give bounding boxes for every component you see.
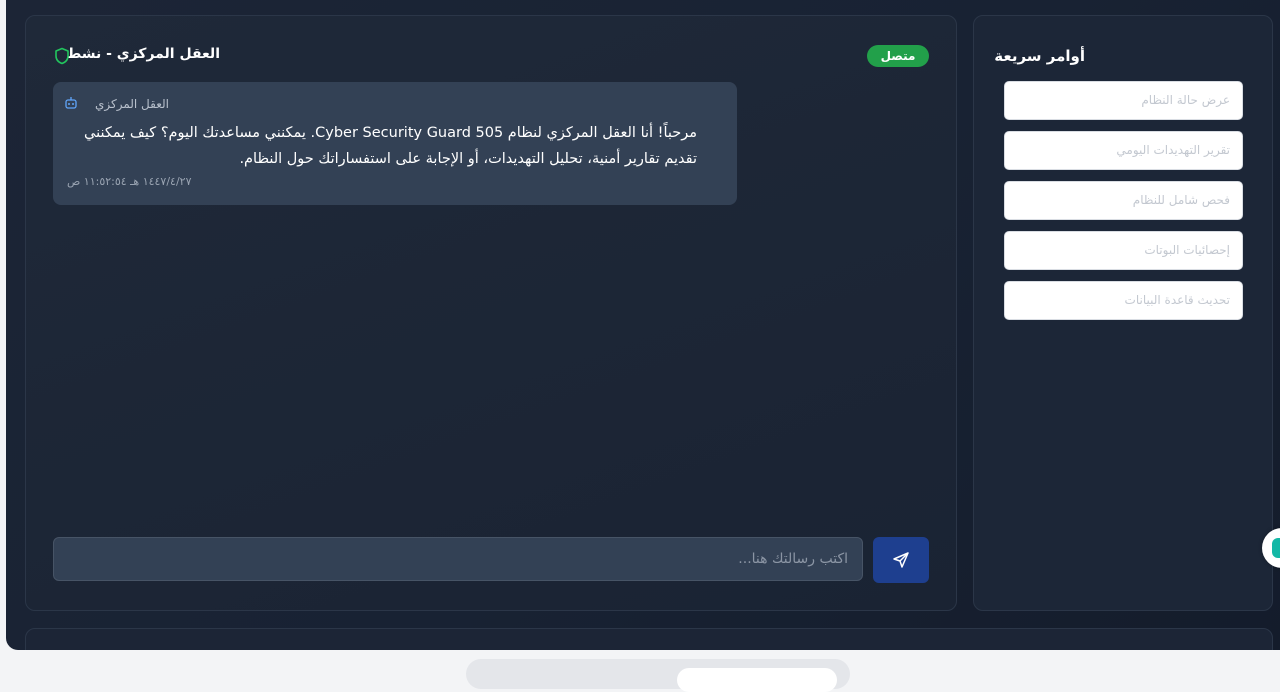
- message-input[interactable]: [53, 537, 863, 581]
- quick-command-update-db[interactable]: تحديث قاعدة البيانات: [1004, 281, 1243, 320]
- quick-command-daily-threats[interactable]: تقرير التهديدات اليومي: [1004, 131, 1243, 170]
- message-sender: العقل المركزي: [94, 97, 169, 111]
- bottom-toggle-active[interactable]: [677, 668, 837, 692]
- bot-icon: [65, 97, 77, 109]
- message-text: مرحباً! أنا العقل المركزي لنظام Cyber Se…: [84, 125, 697, 167]
- assistant-icon: [1272, 538, 1280, 558]
- send-icon: [893, 552, 909, 568]
- quick-commands-title: أوامر سريعة: [994, 47, 1085, 65]
- send-button[interactable]: [873, 537, 929, 583]
- chat-title: العقل المركزي - نشط: [66, 46, 220, 62]
- chat-panel: متصل العقل المركزي - نشط العقل المركزي م…: [25, 15, 957, 611]
- quick-commands-panel: أوامر سريعة عرض حالة النظام تقرير التهدي…: [973, 15, 1273, 611]
- status-badge: متصل: [867, 45, 929, 67]
- app-window: متصل العقل المركزي - نشط العقل المركزي م…: [6, 0, 1280, 650]
- bottom-panel: [25, 628, 1273, 650]
- message-composer: [53, 537, 929, 583]
- chat-header: متصل العقل المركزي - نشط: [26, 44, 956, 68]
- message-timestamp: ١٤٤٧/٤/٢٧ هـ ١١:٥٢:٥٤ ص: [67, 175, 192, 188]
- quick-command-system-status[interactable]: عرض حالة النظام: [1004, 81, 1243, 120]
- bottom-toggle[interactable]: [466, 659, 850, 692]
- quick-command-bot-stats[interactable]: إحصائيات البوتات: [1004, 231, 1243, 270]
- quick-command-full-scan[interactable]: فحص شامل للنظام: [1004, 181, 1243, 220]
- shield-icon: [55, 47, 69, 65]
- chat-message: العقل المركزي مرحباً! أنا العقل المركزي …: [53, 82, 737, 205]
